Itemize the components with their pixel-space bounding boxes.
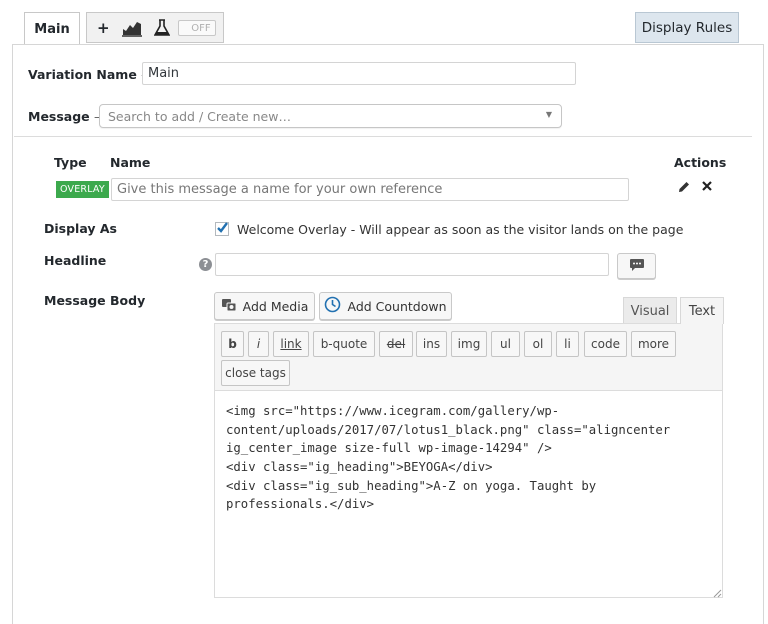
welcome-overlay-checkbox[interactable] [215, 222, 229, 236]
delete-close-icon[interactable] [701, 180, 713, 196]
message-select-placeholder: Search to add / Create new… [108, 108, 291, 124]
quicktag-more-button[interactable]: more [631, 331, 676, 357]
quicktag-bold-label: b [228, 337, 237, 351]
quicktag-bquote-button[interactable]: b-quote [313, 331, 375, 357]
quicktag-close-tags-label: close tags [225, 366, 286, 380]
tab-display-rules-label: Display Rules [641, 19, 733, 36]
message-label: Message — [28, 109, 107, 124]
editor-tab-visual-label: Visual [630, 303, 670, 319]
quicktag-italic-button[interactable]: i [248, 331, 269, 357]
tab-main[interactable]: Main [24, 12, 80, 45]
message-name-input[interactable]: Give this message a name for your own re… [111, 178, 629, 201]
clock-icon [324, 296, 341, 316]
resize-handle-icon[interactable] [713, 587, 722, 602]
quicktag-link-label: link [280, 337, 302, 351]
speech-bubble-icon [629, 258, 645, 275]
ab-test-toggle[interactable]: OFF [177, 19, 216, 36]
editor-tab-text-label: Text [688, 303, 716, 319]
quicktag-bquote-label: b-quote [320, 337, 368, 351]
variation-name-label-text: Variation Name [28, 67, 137, 82]
code-line: <img src="https://www.icegram.com/galler… [226, 404, 560, 418]
add-variation-button[interactable]: + [97, 19, 110, 37]
message-name-placeholder: Give this message a name for your own re… [117, 182, 443, 197]
headline-format-button[interactable] [617, 253, 656, 279]
tab-display-rules[interactable]: Display Rules [635, 12, 739, 43]
quicktag-img-label: img [457, 337, 481, 351]
quicktag-italic-label: i [256, 337, 261, 351]
code-line: content/uploads/2017/07/lotus1_black.png… [226, 423, 671, 437]
quicktag-close-tags-button[interactable]: close tags [221, 360, 290, 386]
code-line: ig_center_image size-full wp-image-14294… [226, 441, 552, 455]
dropdown-arrow-icon: ▼ [545, 110, 552, 119]
variation-name-value: Main [148, 66, 180, 81]
media-camera-icon [221, 297, 237, 315]
quicktag-li-label: li [564, 337, 571, 351]
type-badge-overlay: OVERLAY [56, 181, 109, 198]
quicktag-ol-label: ol [532, 337, 544, 351]
ab-test-flask-icon[interactable] [153, 18, 170, 37]
message-select[interactable]: Search to add / Create new… ▼ [99, 104, 562, 128]
divider [14, 136, 752, 137]
quicktag-del-label: del [386, 337, 406, 351]
code-line: professionals.</div> [226, 497, 375, 511]
actions-column-header: Actions [674, 155, 727, 170]
message-body-textarea[interactable] [214, 390, 723, 598]
editor-tab-visual[interactable]: Visual [623, 297, 677, 324]
variation-name-input[interactable]: Main [142, 62, 576, 85]
analytics-chart-icon[interactable] [121, 19, 142, 37]
quicktag-ins-label: ins [422, 337, 441, 351]
quicktag-code-button[interactable]: code [584, 331, 627, 357]
quicktag-ol-button[interactable]: ol [524, 331, 552, 357]
variation-name-label: Variation Name — [28, 67, 154, 82]
name-column-header: Name [110, 155, 151, 170]
welcome-overlay-checkbox-label: Welcome Overlay - Will appear as soon as… [237, 222, 684, 237]
quicktag-img-button[interactable]: img [451, 331, 487, 357]
code-line: <div class="ig_sub_heading">A-Z on yoga.… [226, 479, 597, 493]
edit-pencil-icon[interactable] [677, 180, 691, 198]
quicktag-del-button[interactable]: del [379, 331, 413, 357]
add-countdown-label: Add Countdown [347, 298, 447, 314]
tab-tools-group: + OFF [86, 12, 224, 43]
help-question-icon[interactable]: ? [199, 258, 212, 271]
quicktag-link-button[interactable]: link [273, 331, 309, 357]
headline-label: Headline [44, 253, 107, 268]
quicktag-ul-label: ul [500, 337, 511, 351]
quicktag-more-label: more [637, 337, 670, 351]
quicktag-li-button[interactable]: li [556, 331, 579, 357]
display-as-label: Display As [44, 221, 117, 236]
headline-input[interactable] [215, 253, 609, 276]
add-media-button[interactable]: Add Media [214, 292, 315, 320]
quicktag-bold-button[interactable]: b [221, 331, 244, 357]
help-question-glyph: ? [202, 259, 209, 270]
add-media-label: Add Media [242, 298, 309, 314]
tab-main-label: Main [34, 21, 70, 37]
quicktag-ins-button[interactable]: ins [416, 331, 447, 357]
type-column-header: Type [54, 155, 87, 170]
quicktag-code-label: code [591, 337, 620, 351]
message-label-text: Message [28, 109, 90, 124]
message-body-label: Message Body [44, 293, 146, 308]
editor-tab-text[interactable]: Text [680, 297, 724, 324]
add-countdown-button[interactable]: Add Countdown [319, 292, 452, 320]
code-line: <div class="ig_heading">BEYOGA</div> [226, 460, 493, 474]
quicktag-ul-button[interactable]: ul [491, 331, 520, 357]
